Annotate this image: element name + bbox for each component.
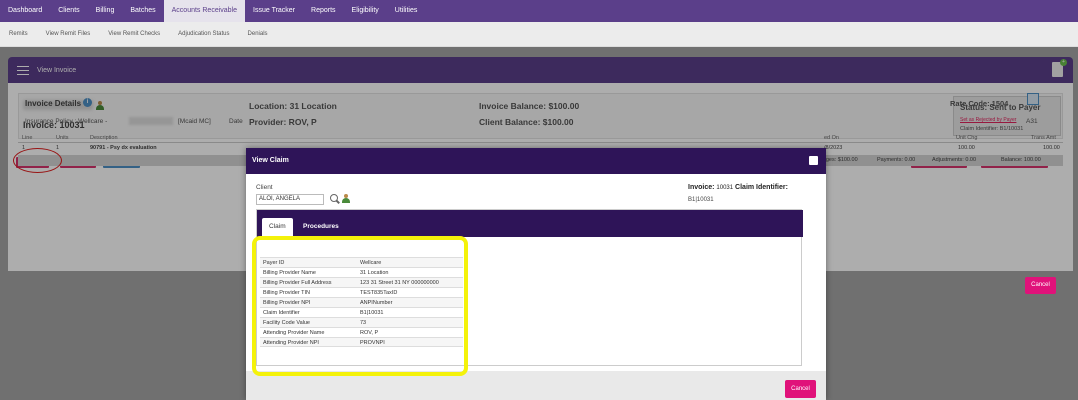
modal-cancel-button[interactable]: Cancel [785, 380, 816, 398]
sub-nav: Remits View Remit Files View Remit Check… [0, 22, 1078, 47]
nav-accounts-receivable[interactable]: Accounts Receivable [163, 0, 246, 22]
subnav-adjudication-status[interactable]: Adjudication Status [169, 31, 238, 37]
nav-batches[interactable]: Batches [122, 0, 163, 22]
subnav-remits[interactable]: Remits [0, 31, 37, 37]
close-icon[interactable] [809, 156, 818, 165]
subnav-denials[interactable]: Denials [239, 31, 277, 37]
nav-clients[interactable]: Clients [50, 0, 87, 22]
search-icon[interactable] [330, 194, 338, 202]
modal-invoice-number: 10031 [716, 185, 734, 191]
nav-billing[interactable]: Billing [88, 0, 123, 22]
nav-reports[interactable]: Reports [303, 0, 344, 22]
tab-claim[interactable]: Claim [262, 218, 293, 237]
claim-tabs: Claim Procedures [257, 210, 803, 237]
nav-eligibility[interactable]: Eligibility [344, 0, 387, 22]
tab-procedures[interactable]: Procedures [296, 218, 346, 237]
modal-header: View Claim [246, 148, 826, 174]
modal-claim-id-label: Claim Identifier: [735, 184, 788, 191]
modal-title: View Claim [252, 157, 289, 164]
modal-invoice: Invoice: 10031 Claim Identifier: [688, 184, 788, 191]
top-nav: Dashboard Clients Billing Batches Accoun… [0, 0, 1078, 22]
nav-issue-tracker[interactable]: Issue Tracker [245, 0, 303, 22]
annotation-highlight [252, 236, 468, 376]
nav-utilities[interactable]: Utilities [387, 0, 426, 22]
client-person-icon[interactable] [342, 194, 350, 203]
subnav-view-remit-checks[interactable]: View Remit Checks [99, 31, 169, 37]
invoice-cancel-button[interactable]: Cancel [1025, 277, 1056, 294]
subnav-view-remit-files[interactable]: View Remit Files [37, 31, 100, 37]
nav-dashboard[interactable]: Dashboard [0, 0, 50, 22]
client-field[interactable]: ALOI, ANGELA [256, 194, 324, 205]
client-label: Client [256, 184, 273, 191]
modal-invoice-label: Invoice: [688, 184, 715, 191]
modal-claim-id: B1|10031 [688, 197, 714, 203]
